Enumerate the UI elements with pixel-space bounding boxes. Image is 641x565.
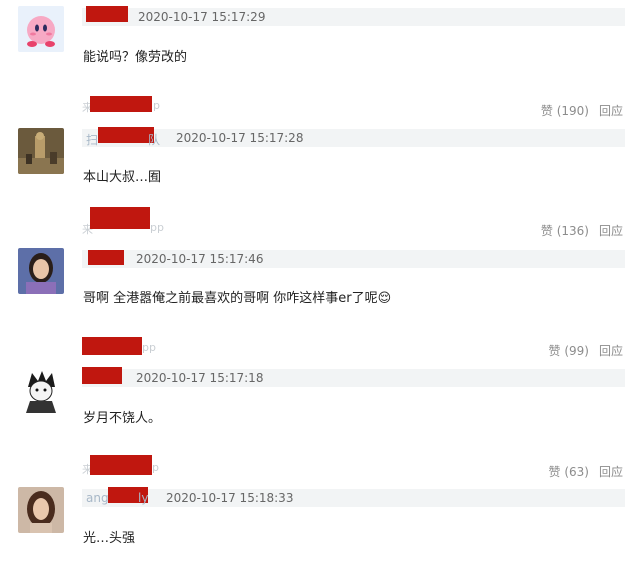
- comment-source-suffix: p: [153, 99, 160, 112]
- kirby-avatar-icon: [18, 6, 64, 52]
- reply-button[interactable]: 回应: [599, 104, 623, 118]
- comment-meta-bar: 2020-10-17 15:17:18: [82, 367, 625, 387]
- comment-actions: 赞 (190) 回应: [531, 102, 623, 119]
- comment-timestamp: 2020-10-17 15:17:46: [136, 252, 264, 266]
- comment-text: 本山大叔…囿: [83, 170, 162, 185]
- like-button[interactable]: 赞 (190): [541, 104, 589, 118]
- like-button[interactable]: 赞 (99): [549, 344, 589, 358]
- redacted-username: [82, 367, 122, 384]
- comment-timestamp: 2020-10-17 15:17:28: [176, 131, 304, 145]
- username-fragment: ang: [86, 491, 109, 505]
- username-fragment: 队: [148, 133, 161, 147]
- avatar[interactable]: [18, 128, 64, 174]
- reply-button[interactable]: 回应: [599, 344, 623, 358]
- redacted-username: [86, 6, 128, 22]
- redacted-username: [98, 127, 154, 143]
- manga-character-avatar-icon: [18, 367, 64, 413]
- redacted-source: [82, 337, 142, 355]
- avatar[interactable]: [18, 367, 64, 413]
- reply-button[interactable]: 回应: [599, 465, 623, 479]
- comment-actions: 赞 (63) 回应: [539, 463, 623, 480]
- comment-timestamp: 2020-10-17 15:17:29: [138, 10, 266, 24]
- redacted-username: [88, 250, 124, 265]
- comment-meta-bar: ang ly 2020-10-17 15:18:33: [82, 487, 625, 507]
- comment-text: 岁月不饶人。: [83, 411, 162, 426]
- comment-source-suffix: p: [152, 461, 159, 474]
- portrait-photo-avatar-icon: [18, 487, 64, 533]
- avatar[interactable]: [18, 6, 64, 52]
- comment-actions: 赞 (136) 回应: [531, 222, 623, 239]
- comment-actions: 赞 (99) 回应: [539, 342, 623, 359]
- comment-meta-bar: 2020-10-17 15:17:29: [82, 6, 625, 26]
- reply-button[interactable]: 回应: [599, 224, 623, 238]
- avatar[interactable]: [18, 248, 64, 294]
- redacted-source: [90, 207, 150, 229]
- comment-meta-bar: 2020-10-17 15:17:46: [82, 250, 625, 268]
- avatar[interactable]: [18, 487, 64, 533]
- like-button[interactable]: 赞 (63): [549, 465, 589, 479]
- comment-text: 哥啊 全港嚣俺之前最喜欢的哥啊 你咋这样事er了呢😌: [83, 291, 392, 306]
- comment-meta-bar: 扫 队 2020-10-17 15:17:28: [82, 127, 625, 147]
- comment-text: 光…头强: [83, 531, 136, 546]
- statue-photo-avatar-icon: [18, 128, 64, 174]
- portrait-photo-avatar-icon: [18, 248, 64, 294]
- comment-source-suffix: pp: [142, 341, 156, 354]
- like-button[interactable]: 赞 (136): [541, 224, 589, 238]
- comment-source-suffix: pp: [150, 221, 164, 234]
- comment-timestamp: 2020-10-17 15:18:33: [166, 491, 294, 505]
- comment-text: 能说吗？像劳改的: [83, 50, 188, 65]
- username-fragment: ly: [138, 491, 149, 505]
- username-fragment: 扫: [86, 133, 99, 147]
- redacted-source: [90, 455, 152, 475]
- comment-timestamp: 2020-10-17 15:17:18: [136, 371, 264, 385]
- redacted-source: [90, 96, 152, 112]
